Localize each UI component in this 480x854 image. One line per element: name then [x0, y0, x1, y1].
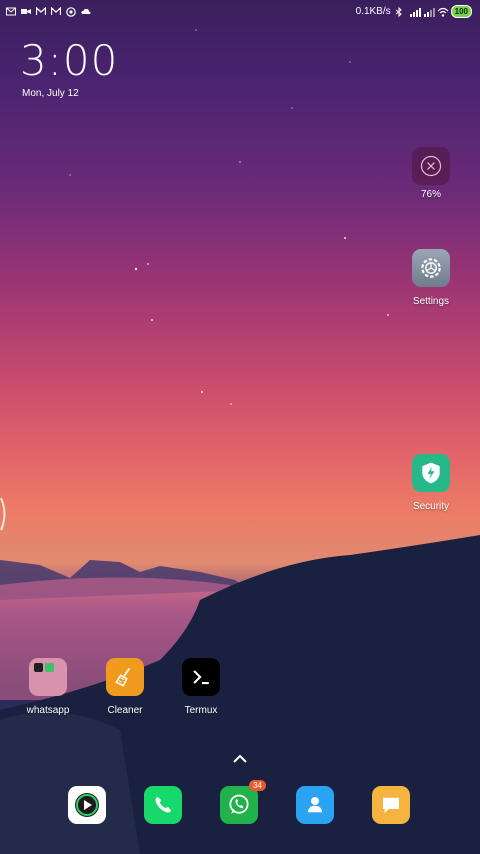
cleaner-widget-icon	[412, 147, 450, 185]
notification-badge: 34	[249, 780, 266, 791]
dock-messages[interactable]	[356, 786, 426, 824]
phone-icon	[144, 786, 182, 824]
termux-app-label: Termux	[184, 705, 218, 716]
security-app-label: Security	[412, 501, 450, 512]
signal-icon	[409, 7, 421, 17]
battery-indicator: 100	[450, 4, 472, 18]
play-icon	[68, 786, 106, 824]
wallpaper	[0, 29, 480, 854]
broom-icon	[106, 658, 144, 696]
contacts-icon	[296, 786, 334, 824]
whatsapp-icon: 34	[220, 780, 266, 824]
dock-whatsapp[interactable]: 34	[204, 780, 274, 824]
gmail-icon	[35, 6, 47, 16]
cleaner-app-label: Cleaner	[107, 705, 143, 716]
cloud-icon	[81, 7, 91, 16]
settings-app-icon	[412, 249, 450, 287]
message-icon	[372, 786, 410, 824]
notification-icons	[0, 6, 91, 17]
wifi-icon	[437, 7, 449, 17]
gear-icon	[421, 258, 441, 278]
bluetooth-icon	[395, 6, 405, 17]
network-speed: 0.1KB/s	[355, 5, 391, 17]
cleaner-widget[interactable]: 76%	[396, 147, 466, 200]
cleaner-app[interactable]: Cleaner	[90, 658, 160, 716]
shield-icon	[422, 462, 440, 484]
settings-app-label: Settings	[412, 296, 450, 307]
close-circle-icon	[420, 155, 442, 177]
whatsapp-folder[interactable]: whatsapp	[13, 658, 83, 716]
dock-contacts[interactable]	[280, 786, 350, 824]
edge-panel-handle[interactable]	[0, 496, 8, 532]
clock-date[interactable]: Mon, July 12	[22, 88, 79, 99]
security-app-icon	[412, 454, 450, 492]
cleaner-widget-value: 76%	[420, 189, 441, 200]
dock-video-player[interactable]	[52, 786, 122, 824]
settings-app[interactable]: Settings	[396, 249, 466, 307]
terminal-icon	[182, 658, 220, 696]
whatsapp-folder-label: whatsapp	[26, 705, 70, 716]
whatsapp-icon	[66, 6, 76, 17]
signal-icon	[423, 7, 435, 17]
dock-phone[interactable]	[128, 786, 198, 824]
gmail-icon	[6, 7, 16, 16]
chevron-up-icon[interactable]	[232, 752, 248, 766]
video-icon	[21, 7, 31, 16]
gmail-icon	[50, 6, 62, 16]
folder-icon	[29, 658, 67, 696]
termux-app[interactable]: Termux	[166, 658, 236, 716]
security-app[interactable]: Security	[396, 454, 466, 512]
status-bar: 0.1KB/s 100	[0, 0, 480, 22]
clock-time[interactable]: 3:00	[20, 36, 118, 85]
